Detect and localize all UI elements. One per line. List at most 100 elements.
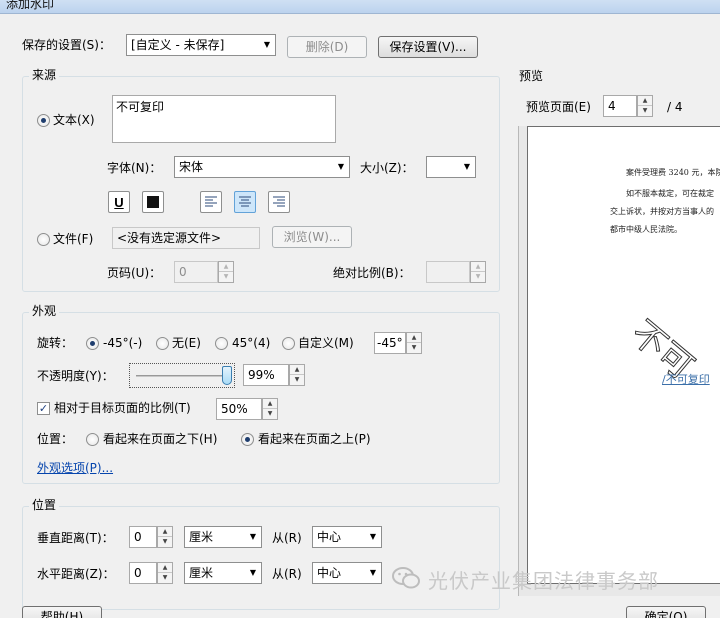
spin-down-icon: ▼ (267, 410, 273, 417)
font-value: 宋体 (179, 160, 204, 174)
chevron-down-icon: ▼ (463, 162, 471, 171)
text-source-radio[interactable] (37, 114, 50, 127)
opacity-slider-track (136, 375, 228, 377)
align-right-button[interactable] (268, 191, 290, 213)
spin-up-icon: ▲ (407, 333, 421, 343)
vertical-distance-stepper[interactable]: ▲ ▼ (157, 526, 173, 548)
page-number-label: 页码(U)： (107, 266, 162, 280)
absolute-scale-stepper[interactable]: ▲ ▼ (470, 261, 486, 283)
source-file-field[interactable]: <没有选定源文件> (112, 227, 260, 249)
color-swatch-icon (147, 196, 159, 208)
vertical-from-label: 从(R) (272, 531, 302, 545)
relative-scale-field[interactable]: 50% (216, 398, 262, 420)
underline-icon: U (114, 194, 124, 210)
rotation-custom-radio[interactable] (282, 337, 295, 350)
doc-line: 都市中级人民法院。 (610, 225, 682, 234)
preview-area: 案件受理费 3240 元，本院 如不服本裁定，可在裁定 交上诉状，并按对方当事人… (518, 126, 720, 596)
relative-scale-stepper[interactable]: ▲ ▼ (262, 398, 278, 420)
align-left-button[interactable] (200, 191, 222, 213)
vertical-unit-dropdown[interactable]: 厘米 ▼ (184, 526, 262, 548)
horizontal-distance-field[interactable]: 0 (129, 562, 157, 584)
saved-settings-label: 保存的设置(S)： (22, 38, 111, 52)
vertical-distance-label: 垂直距离(T)： (37, 531, 114, 545)
relative-scale-checkbox[interactable]: ✓ (37, 402, 50, 415)
position-group-title: 位置 (29, 498, 60, 512)
doc-line: 交上诉状，并按对方当事人的 (610, 207, 714, 216)
horizontal-distance-label: 水平距离(Z)： (37, 567, 115, 581)
preview-page-label: 预览页面(E) (526, 100, 591, 114)
horizontal-distance-stepper[interactable]: ▲ ▼ (157, 562, 173, 584)
rotation-45-label[interactable]: 45°(4) (232, 335, 270, 351)
rotation-neg45-label[interactable]: -45°(-) (103, 335, 142, 351)
vertical-from-value: 中心 (317, 530, 342, 544)
saved-settings-dropdown[interactable]: [自定义 - 未保存] ▼ (126, 34, 276, 56)
spin-down-icon: ▼ (642, 107, 648, 114)
preview-page-stepper[interactable]: ▲ ▼ (637, 95, 653, 117)
save-settings-button[interactable]: 保存设置(V)... (378, 36, 478, 58)
size-label: 大小(Z)： (360, 161, 414, 175)
vertical-from-dropdown[interactable]: 中心 ▼ (312, 526, 382, 548)
vertical-unit-value: 厘米 (189, 530, 214, 544)
saved-settings-value: [自定义 - 未保存] (131, 38, 225, 52)
ok-button[interactable]: 确定(O) (626, 606, 706, 618)
behind-page-label[interactable]: 看起来在页面之下(H) (103, 431, 217, 447)
underline-button[interactable]: U (108, 191, 130, 213)
chevron-down-icon: ▼ (249, 532, 257, 541)
above-page-radio[interactable] (241, 433, 254, 446)
spin-up-icon: ▲ (219, 262, 233, 272)
text-color-button[interactable] (142, 191, 164, 213)
file-source-label[interactable]: 文件(F) (53, 231, 93, 247)
doc-watermark-link-text: /不可复印 (662, 373, 710, 386)
size-dropdown[interactable]: ▼ (426, 156, 476, 178)
browse-button[interactable]: 浏览(W)... (272, 226, 352, 248)
window-title: 添加水印 (6, 0, 55, 11)
chevron-down-icon: ▼ (263, 40, 271, 49)
brand-watermark-text: 光伏产业集团法律事务部 (428, 569, 659, 593)
page-number-value: 0 (179, 265, 187, 279)
rotation-custom-field[interactable]: -45° (374, 332, 406, 354)
horizontal-from-dropdown[interactable]: 中心 ▼ (312, 562, 382, 584)
wechat-icon (392, 566, 420, 590)
rotation-neg45-radio[interactable] (86, 337, 99, 350)
font-dropdown[interactable]: 宋体 ▼ (174, 156, 350, 178)
layer-position-label: 位置： (37, 432, 74, 446)
delete-button[interactable]: 删除(D) (287, 36, 367, 58)
file-source-radio[interactable] (37, 233, 50, 246)
rotation-none-radio[interactable] (156, 337, 169, 350)
relative-scale-label[interactable]: 相对于目标页面的比例(T) (54, 400, 191, 416)
preview-page-field[interactable]: 4 (603, 95, 637, 117)
spin-up-icon: ▲ (263, 399, 277, 409)
align-right-icon (273, 196, 285, 207)
rotation-custom-value: -45° (377, 336, 403, 350)
doc-line: 如不服本裁定，可在裁定 (626, 189, 714, 198)
spin-up-icon: ▲ (638, 96, 652, 106)
rotation-custom-stepper[interactable]: ▲ ▼ (406, 332, 422, 354)
above-page-label[interactable]: 看起来在页面之上(P) (258, 431, 371, 447)
absolute-scale-field[interactable] (426, 261, 470, 283)
vertical-distance-field[interactable]: 0 (129, 526, 157, 548)
opacity-slider-thumb[interactable] (222, 366, 233, 385)
opacity-stepper[interactable]: ▲ ▼ (289, 364, 305, 386)
doc-line: 案件受理费 3240 元，本院 (626, 168, 720, 177)
opacity-value: 99% (248, 368, 275, 382)
rotation-none-label[interactable]: 无(E) (172, 335, 201, 351)
page-number-stepper[interactable]: ▲ ▼ (218, 261, 234, 283)
opacity-field[interactable]: 99% (243, 364, 289, 386)
help-button[interactable]: 帮助(H) (22, 606, 102, 618)
text-source-label[interactable]: 文本(X) (53, 112, 95, 128)
align-center-button[interactable] (234, 191, 256, 213)
window-titlebar: 添加水印 (0, 0, 720, 14)
page-number-field[interactable]: 0 (174, 261, 218, 283)
appearance-options-link[interactable]: 外观选项(P)... (37, 459, 113, 476)
chevron-down-icon: ▼ (249, 568, 257, 577)
spin-down-icon: ▼ (162, 574, 168, 581)
position-group (22, 506, 500, 610)
watermark-text-area[interactable]: 不可复印 (112, 95, 336, 143)
rotation-custom-label[interactable]: 自定义(M) (298, 335, 354, 351)
font-label: 字体(N)： (107, 161, 162, 175)
chevron-down-icon: ▼ (369, 568, 377, 577)
opacity-slider[interactable] (129, 363, 235, 388)
horizontal-unit-dropdown[interactable]: 厘米 ▼ (184, 562, 262, 584)
rotation-45-radio[interactable] (215, 337, 228, 350)
behind-page-radio[interactable] (86, 433, 99, 446)
